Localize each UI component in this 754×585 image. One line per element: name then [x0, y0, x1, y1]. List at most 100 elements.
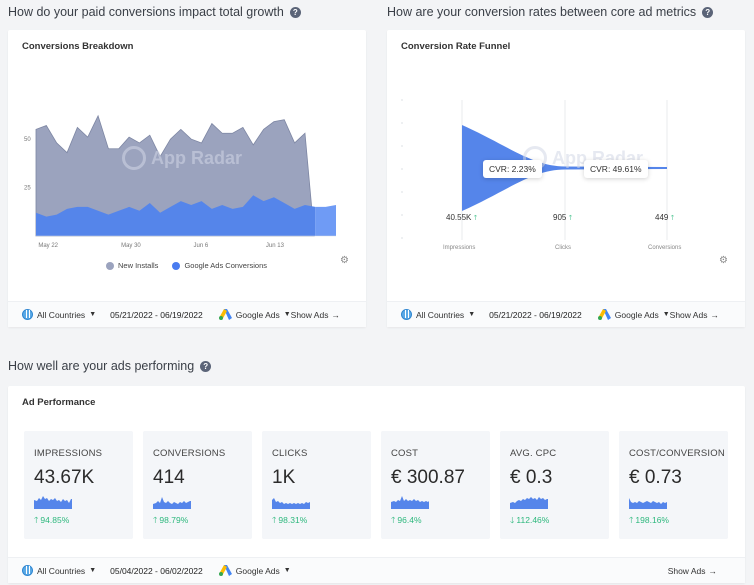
country-dropdown[interactable]: All Countries ▼	[22, 565, 96, 576]
arrow-right-icon: →	[710, 309, 719, 320]
google-ads-icon	[597, 309, 611, 320]
metric-card-cost-conversion[interactable]: COST/CONVERSION € 0.73 🡑 198.16%	[619, 431, 728, 539]
metric-card-conversions[interactable]: CONVERSIONS 414 🡑 98.79%	[143, 431, 252, 539]
country-label: All Countries	[37, 309, 86, 320]
country-dropdown[interactable]: All Countries ▼	[401, 309, 475, 320]
help-icon[interactable]: ?	[200, 360, 212, 372]
arrow-up-icon: 🡑	[34, 515, 39, 525]
metric-value: € 300.87	[391, 467, 465, 488]
metric-sparkline	[34, 496, 72, 509]
arrow-up-icon: 🡑	[272, 515, 277, 525]
metric-value: € 0.3	[510, 467, 553, 488]
metric-change-value: 98.31%	[278, 515, 308, 525]
cvr-tag-impressions-to-clicks: CVR: 2.23%	[483, 160, 542, 178]
cvr-text: CVR: 2.23%	[489, 164, 536, 174]
source-dropdown[interactable]: Google Ads ▼	[218, 309, 291, 320]
metric-label: COST	[391, 448, 419, 459]
card-title: Ad Performance	[22, 397, 96, 408]
metric-sparkline	[272, 498, 310, 509]
card-footer: All Countries ▼ 05/21/2022 - 06/19/2022 …	[8, 301, 366, 327]
section-title-ads: How well are your ads performing ?	[8, 359, 212, 373]
card-footer: All Countries ▼ 05/21/2022 - 06/19/2022 …	[387, 301, 745, 327]
funnel-category-impressions: Impressions	[443, 245, 476, 251]
globe-icon	[22, 565, 33, 576]
caret-down-icon: ▼	[283, 567, 291, 574]
source-dropdown[interactable]: Google Ads ▼	[597, 309, 670, 320]
metric-label: AVG. CPC	[510, 448, 557, 459]
metric-change: 🡑 94.85%	[34, 515, 69, 529]
metric-sparkline	[391, 496, 429, 509]
section-title-text: How well are your ads performing	[8, 359, 195, 373]
cvr-tag-clicks-to-conversions: CVR: 49.61%	[584, 160, 648, 178]
arrow-up-icon: 🡑	[670, 215, 675, 222]
chart-settings-gear-icon[interactable]: ⚙	[340, 255, 349, 266]
date-range-picker[interactable]: 05/21/2022 - 06/19/2022	[110, 310, 203, 320]
legend-label: Google Ads Conversions	[184, 261, 267, 270]
caret-down-icon: ▼	[89, 311, 97, 318]
metric-value: 414	[153, 467, 185, 488]
sparkline-area	[272, 498, 310, 509]
show-ads-label: Show Ads	[290, 309, 329, 320]
metric-value: 43.67K	[34, 467, 95, 488]
metric-label: CONVERSIONS	[153, 448, 226, 459]
metric-card-cost[interactable]: COST € 300.87 🡑 96.4%	[381, 431, 490, 539]
arrow-up-icon: 🡑	[391, 515, 396, 525]
metric-change: 🡑 98.31%	[272, 515, 307, 529]
metric-card-clicks[interactable]: CLICKS 1K 🡑 98.31%	[262, 431, 371, 539]
y-tick-label: 25	[24, 186, 31, 192]
metric-change: 🡑 98.79%	[153, 515, 188, 529]
conversions-area-chart: 25 50 May 22 May 30 Jun 6 Jun 13	[24, 114, 336, 249]
source-label: Google Ads	[235, 565, 280, 576]
google-ads-icon	[218, 565, 232, 576]
sparkline-area	[629, 498, 667, 509]
legend-dot-icon	[172, 261, 181, 270]
caret-down-icon: ▼	[89, 567, 97, 574]
arrow-up-icon: 🡑	[629, 515, 634, 525]
metric-value: 1K	[272, 467, 296, 488]
metric-change-value: 98.79%	[159, 515, 189, 525]
google-ads-icon	[218, 309, 232, 320]
card-footer: All Countries ▼ 05/04/2022 - 06/02/2022 …	[8, 557, 745, 583]
date-range-label: 05/04/2022 - 06/02/2022	[110, 565, 203, 576]
source-dropdown[interactable]: Google Ads ▼	[218, 565, 291, 576]
metric-card-avg-cpc[interactable]: AVG. CPC € 0.3 🡓 112.46%	[500, 431, 609, 539]
metric-label: CLICKS	[272, 448, 308, 459]
arrow-up-icon: 🡑	[473, 215, 478, 222]
section-title-funnel: How are your conversion rates between co…	[387, 5, 714, 19]
arrow-right-icon: →	[331, 309, 340, 320]
legend-item-new-installs[interactable]: New Installs	[106, 261, 158, 270]
help-icon[interactable]: ?	[702, 6, 714, 18]
date-range-picker[interactable]: 05/21/2022 - 06/19/2022	[489, 310, 582, 320]
metric-label: IMPRESSIONS	[34, 448, 103, 459]
arrow-up-icon: 🡑	[568, 215, 573, 222]
ad-performance-card: Ad Performance IMPRESSIONS 43.67K 🡑 94.85% C…	[8, 386, 745, 583]
country-label: All Countries	[416, 309, 465, 320]
metric-change: 🡑 96.4%	[391, 515, 422, 529]
funnel-value-text: 449	[655, 213, 669, 222]
metric-card-impressions[interactable]: IMPRESSIONS 43.67K 🡑 94.85%	[24, 431, 133, 539]
x-tick-label: May 22	[38, 243, 58, 249]
metric-change-value: 198.16%	[635, 515, 669, 525]
legend-dot-icon	[106, 261, 114, 270]
section-title-text: How do your paid conversions impact tota…	[8, 5, 284, 19]
metric-label: COST/CONVERSION	[629, 448, 725, 459]
legend-item-google-ads-conversions[interactable]: Google Ads Conversions	[172, 261, 267, 270]
country-dropdown[interactable]: All Countries ▼	[22, 309, 96, 320]
legend-label: New Installs	[118, 261, 159, 270]
funnel-value-conversions: 449 🡑	[655, 213, 674, 225]
show-ads-link[interactable]: Show Ads →	[668, 566, 717, 576]
show-ads-link[interactable]: Show Ads →	[291, 310, 340, 320]
globe-icon	[401, 309, 412, 320]
caret-down-icon: ▼	[662, 311, 670, 318]
funnel-value-impressions: 40.55K 🡑	[446, 213, 477, 225]
metric-change: 🡓 112.46%	[510, 515, 549, 529]
y-tick-label: 50	[24, 137, 31, 143]
help-icon[interactable]: ?	[289, 6, 301, 18]
show-ads-label: Show Ads	[667, 565, 706, 576]
show-ads-link[interactable]: Show Ads →	[670, 310, 719, 320]
metric-change-value: 112.46%	[516, 515, 550, 525]
chart-settings-gear-icon[interactable]: ⚙	[719, 255, 728, 266]
date-range-picker[interactable]: 05/04/2022 - 06/02/2022	[110, 566, 203, 576]
funnel-category-conversions: Conversions	[648, 245, 682, 251]
metric-sparkline	[510, 497, 548, 509]
